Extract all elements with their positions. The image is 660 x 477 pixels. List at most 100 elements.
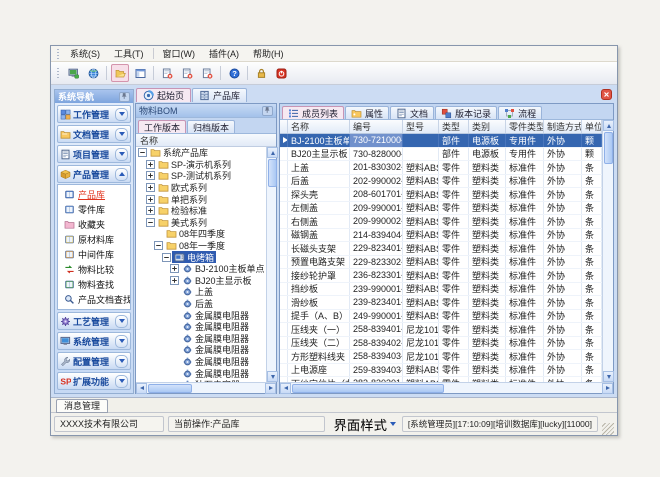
grid-cell[interactable]: 专用件 [506, 134, 544, 147]
grid-cell[interactable]: 条 [582, 215, 602, 228]
grid-cell[interactable]: 201-830302-00I [350, 161, 403, 174]
tree-node-8[interactable]: 08年四季度 [136, 228, 266, 240]
sidebar-item-7[interactable]: 物料查找 [58, 277, 130, 292]
grid-cell[interactable]: 提手（A、B） [288, 310, 350, 323]
grid-cell[interactable]: 塑料ABS [403, 364, 439, 377]
grid-cell[interactable]: 208-601701-01I [350, 188, 403, 201]
grid-row-12[interactable]: 挡纱板239-990001-01I塑料ABS零件塑料类标准件外协条 [280, 283, 602, 297]
grid-cell[interactable]: 零件 [439, 283, 469, 296]
sidebar-pin-button[interactable] [119, 92, 130, 102]
sidebar-item-5[interactable]: 中间件库 [58, 247, 130, 262]
grid-cell[interactable]: 229-823401-00I [350, 242, 403, 255]
grid-cell[interactable]: 条 [582, 350, 602, 363]
grid-cell[interactable]: 外协 [544, 283, 582, 296]
grid-cell[interactable]: 标准件 [506, 188, 544, 201]
grid-cell[interactable]: 标准件 [506, 161, 544, 174]
grid-column-header-2[interactable]: 编号 [350, 120, 403, 133]
grid-cell[interactable]: 标准件 [506, 296, 544, 309]
grid-cell[interactable]: 外协 [544, 229, 582, 242]
grid-cell[interactable]: 条 [582, 175, 602, 188]
sidebar-group-bottom-0[interactable]: 工艺管理 [57, 312, 131, 330]
grid-cell[interactable]: 塑料ABS [403, 188, 439, 201]
grid-cell[interactable]: 条 [582, 161, 602, 174]
grid-cell[interactable]: 零件 [439, 188, 469, 201]
tree-node-20[interactable]: 金属膜电阻器 [136, 367, 266, 379]
sidebar-item-6[interactable]: 物料比较 [58, 262, 130, 277]
chevron-down-icon[interactable] [115, 315, 128, 328]
tree-expander-collapsed[interactable] [170, 276, 179, 285]
grid-cell[interactable]: 标准件 [506, 350, 544, 363]
close-document-button[interactable] [601, 89, 613, 101]
chevron-up-icon[interactable] [115, 168, 128, 181]
grid-row-17[interactable]: 方形塑料线夹258-839403-00I尼龙1010零件塑料类标准件外协条 [280, 350, 602, 364]
grid-cell[interactable] [403, 134, 439, 147]
grid-horizontal-scrollbar[interactable] [280, 382, 613, 393]
grid-row-14[interactable]: 提手（A、B）249-990001-01I塑料ABS零件塑料类标准件外协条 [280, 310, 602, 324]
grid-cell[interactable]: 部件 [439, 134, 469, 147]
grid-cell[interactable]: 条 [582, 296, 602, 309]
sidebar-group-product[interactable]: 产品管理 [57, 165, 131, 183]
grid-cell[interactable]: 外协 [544, 242, 582, 255]
grid-cell[interactable]: 零件 [439, 269, 469, 282]
grid-cell[interactable]: 零件 [439, 350, 469, 363]
grid-cell[interactable]: 塑料ABS [403, 310, 439, 323]
grid-cell[interactable]: 塑料ABS [403, 215, 439, 228]
grid-cell[interactable]: 258-839403-00I [350, 350, 403, 363]
grid-cell[interactable]: 标准件 [506, 256, 544, 269]
tree-expander-collapsed[interactable] [170, 264, 179, 273]
scroll-down-arrow-icon[interactable] [267, 371, 278, 382]
grid-column-header-1[interactable]: 名称 [288, 120, 350, 133]
doc-tab-1[interactable]: 起始页 [136, 88, 191, 102]
grid-cell[interactable]: 标准件 [506, 283, 544, 296]
tree-node-1[interactable]: 系统产品库 [136, 147, 266, 159]
grid-cell[interactable]: 颗 [582, 134, 602, 147]
globe-button-01[interactable] [84, 64, 102, 82]
grid-cell[interactable]: 塑料ABS [403, 256, 439, 269]
scroll-right-arrow-icon[interactable] [265, 383, 276, 394]
tree-node-10[interactable]: 电烤箱 [136, 251, 266, 263]
tree-node-16[interactable]: 金属膜电阻器 [136, 321, 266, 333]
grid-row-10[interactable]: 预置电路支架229-823302-00I塑料ABS零件塑料类标准件外协条 [280, 256, 602, 270]
grid-cell[interactable]: 左侧盖 [288, 202, 350, 215]
chevron-down-icon[interactable] [115, 335, 128, 348]
grid-cell[interactable]: 730-828000-04I [350, 148, 403, 161]
bom-vertical-scrollbar[interactable] [266, 147, 276, 382]
sidebar-group-top-0[interactable]: 工作管理 [57, 105, 131, 123]
sidebar-group-bottom-3[interactable]: SP扩展功能 [57, 372, 131, 390]
menu-item-2[interactable]: 工具(T) [107, 46, 151, 61]
grid-cell[interactable]: 塑料ABS [403, 202, 439, 215]
menubar-grip[interactable] [57, 49, 59, 59]
member-tab-2[interactable]: 属性 [345, 106, 389, 119]
grid-cell[interactable]: 239-823401-00I [350, 296, 403, 309]
doc-close-button-22[interactable] [198, 64, 216, 82]
chevron-down-icon[interactable] [115, 108, 128, 121]
grid-cell[interactable]: 零件 [439, 337, 469, 350]
tree-expander-collapsed[interactable] [146, 183, 155, 192]
tree-node-18[interactable]: 金属膜电阻器 [136, 344, 266, 356]
tree-node-2[interactable]: SP-演示机系列 [136, 159, 266, 171]
grid-row-15[interactable]: 压线夹（一）258-839401-00I尼龙1010零件塑料类标准件外协条 [280, 323, 602, 337]
tree-node-11[interactable]: BJ-2100主板单点 [136, 263, 266, 275]
lock-button-40[interactable] [252, 64, 270, 82]
tree-node-7[interactable]: 美式系列 [136, 217, 266, 229]
sidebar-item-4[interactable]: 原材料库 [58, 232, 130, 247]
tree-expander-expanded[interactable] [138, 148, 147, 157]
tree-node-3[interactable]: SP-测试机系列 [136, 170, 266, 182]
grid-cell[interactable]: 标准件 [506, 202, 544, 215]
grid-row-9[interactable]: 长磁头支架229-823401-00I塑料ABS零件塑料类标准件外协条 [280, 242, 602, 256]
grid-cell[interactable]: 外协 [544, 296, 582, 309]
grid-cell[interactable]: 236-823301-00I [350, 269, 403, 282]
tree-node-4[interactable]: 欧式系列 [136, 182, 266, 194]
grid-row-13[interactable]: 滑纱板239-823401-00I塑料ABS零件塑料类标准件外协条 [280, 296, 602, 310]
grid-cell[interactable]: 外协 [544, 269, 582, 282]
doc-close-button-20[interactable] [158, 64, 176, 82]
scroll-right-arrow-icon[interactable] [602, 383, 613, 394]
grid-cell[interactable]: 标准件 [506, 242, 544, 255]
grid-cell[interactable]: 标准件 [506, 310, 544, 323]
workspace-monitor-button-00[interactable] [64, 64, 82, 82]
grid-cell[interactable]: 条 [582, 256, 602, 269]
grid-cell[interactable]: 塑料类 [469, 202, 506, 215]
scroll-left-arrow-icon[interactable] [136, 383, 147, 394]
tree-expander-collapsed[interactable] [146, 160, 155, 169]
grid-cell[interactable]: 电源板 [469, 148, 506, 161]
